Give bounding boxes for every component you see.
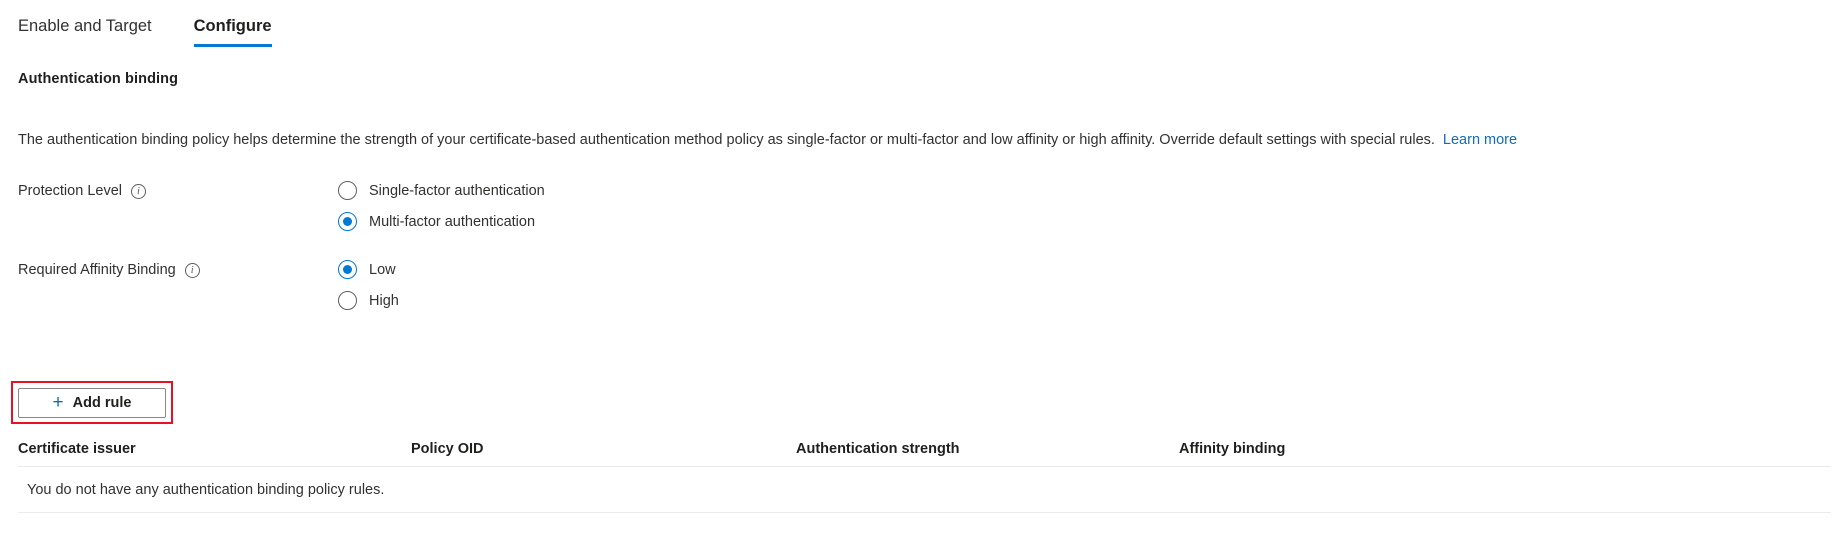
add-rule-label: Add rule	[72, 395, 132, 411]
radio-label: Multi-factor authentication	[369, 213, 536, 230]
empty-state-message: You do not have any authentication bindi…	[27, 481, 385, 498]
protection-level-radio-group: Single-factor authentication Multi-facto…	[338, 181, 545, 231]
tab-configure[interactable]: Configure	[180, 0, 286, 47]
info-icon[interactable]: i	[184, 262, 200, 278]
field-required-affinity-binding: Required Affinity Binding i Low High	[18, 260, 1818, 310]
radio-affinity-low[interactable]: Low	[338, 260, 399, 279]
radio-label: Low	[369, 261, 396, 278]
tab-bar: Enable and Target Configure	[0, 0, 1840, 52]
tab-enable-and-target[interactable]: Enable and Target	[18, 0, 166, 47]
description-text: The authentication binding policy helps …	[18, 131, 1435, 148]
radio-mark-selected-icon	[338, 212, 357, 231]
add-rule-button[interactable]: + Add rule	[18, 388, 166, 418]
protection-level-label-text: Protection Level	[18, 183, 122, 199]
radio-mark-selected-icon	[338, 260, 357, 279]
radio-label: High	[369, 292, 399, 309]
radio-mark-icon	[338, 291, 357, 310]
table-header-row: Certificate issuer Policy OID Authentica…	[18, 432, 1831, 467]
learn-more-link[interactable]: Learn more	[1443, 132, 1517, 148]
radio-single-factor-authentication[interactable]: Single-factor authentication	[338, 181, 545, 200]
rules-table: Certificate issuer Policy OID Authentica…	[18, 432, 1831, 513]
radio-multi-factor-authentication[interactable]: Multi-factor authentication	[338, 212, 545, 231]
plus-icon: +	[52, 391, 64, 413]
affinity-binding-radio-group: Low High	[338, 260, 399, 310]
required-affinity-binding-label-text: Required Affinity Binding	[18, 262, 176, 278]
required-affinity-binding-label: Required Affinity Binding i	[18, 260, 338, 278]
column-header-certificate-issuer[interactable]: Certificate issuer	[18, 441, 411, 457]
page-title: Authentication binding	[18, 71, 179, 87]
section-description: The authentication binding policy helps …	[18, 129, 1830, 152]
protection-level-label: Protection Level i	[18, 181, 338, 199]
column-header-authentication-strength[interactable]: Authentication strength	[796, 441, 1179, 457]
table-empty-row: You do not have any authentication bindi…	[18, 467, 1831, 513]
radio-label: Single-factor authentication	[369, 182, 545, 199]
column-header-policy-oid[interactable]: Policy OID	[411, 441, 796, 457]
info-icon[interactable]: i	[130, 183, 146, 199]
radio-affinity-high[interactable]: High	[338, 291, 399, 310]
field-protection-level: Protection Level i Single-factor authent…	[18, 181, 1818, 231]
column-header-affinity-binding[interactable]: Affinity binding	[1179, 441, 1831, 457]
radio-mark-icon	[338, 181, 357, 200]
